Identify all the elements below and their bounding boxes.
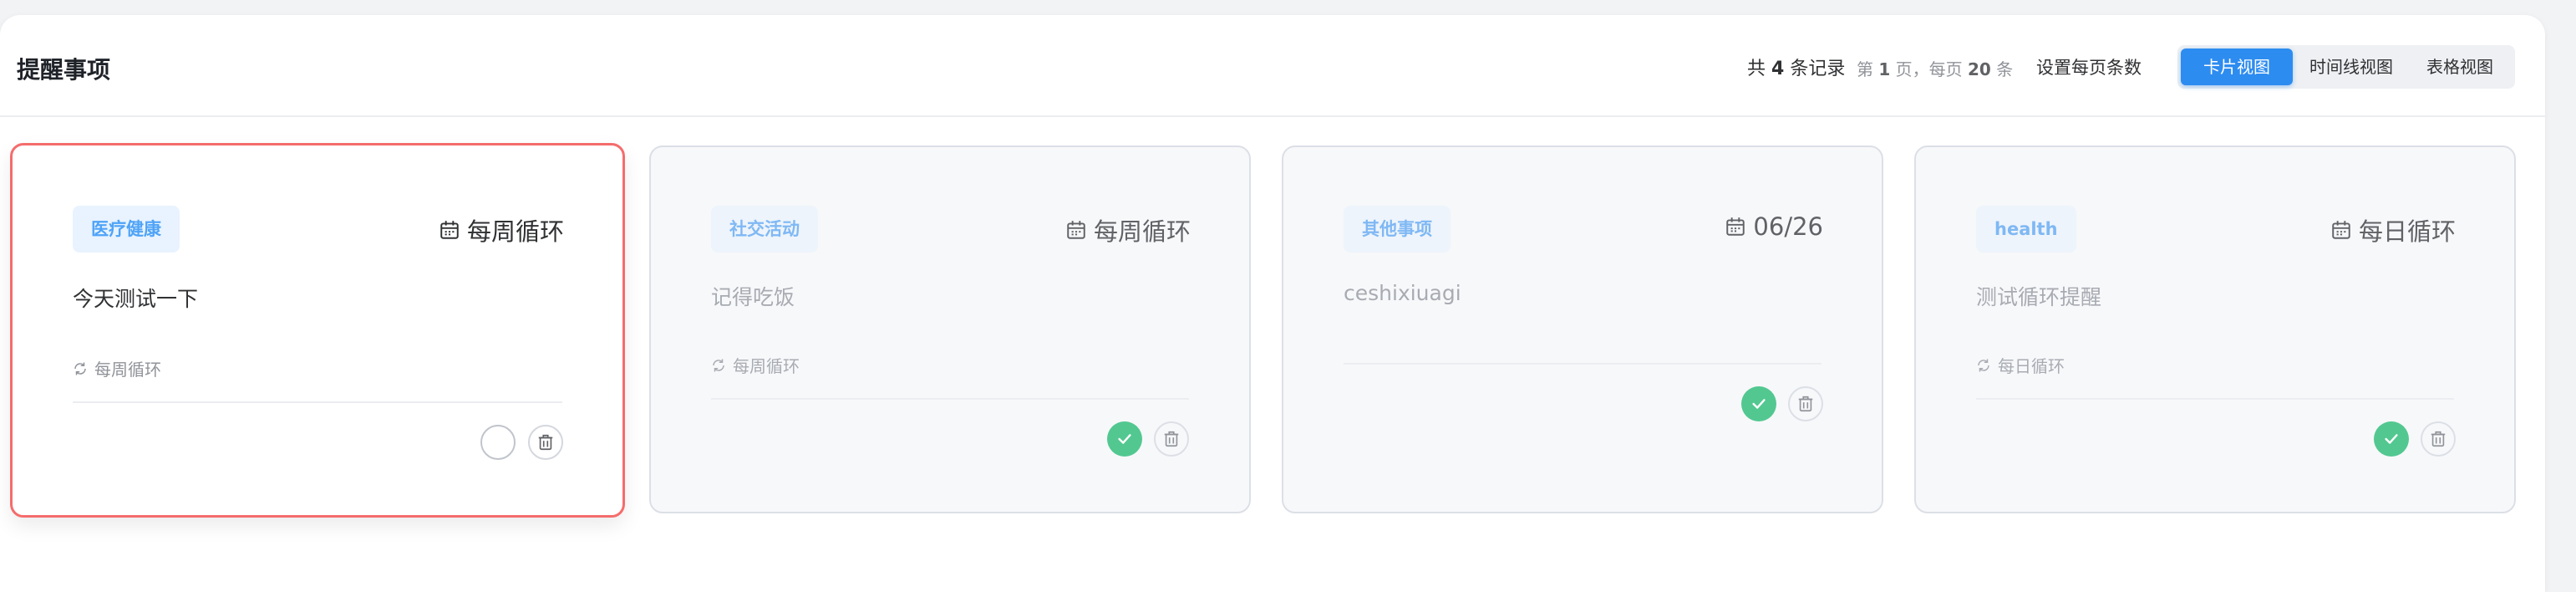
complete-toggle[interactable] bbox=[2374, 421, 2409, 457]
delete-button[interactable] bbox=[2421, 421, 2456, 457]
category-tag: 医疗健康 bbox=[73, 206, 180, 253]
trash-icon bbox=[538, 434, 553, 451]
card-divider bbox=[73, 401, 562, 403]
complete-toggle[interactable] bbox=[480, 425, 516, 460]
date-text: 每周循环 bbox=[1093, 217, 1191, 246]
record-count: 4 bbox=[1771, 59, 1785, 79]
category-tag: 社交活动 bbox=[711, 206, 818, 253]
page-title: 提醒事项 bbox=[17, 56, 111, 84]
reminder-date: 每周循环 bbox=[1065, 212, 1191, 248]
complete-toggle[interactable] bbox=[1741, 386, 1776, 421]
repeat-info: 每日循环 bbox=[1976, 353, 2065, 377]
card-view-button[interactable]: 卡片视图 bbox=[2181, 48, 2293, 85]
repeat-info: 每周循环 bbox=[711, 353, 800, 377]
page-suffix: 条 bbox=[1996, 59, 2014, 79]
reminder-card[interactable]: 社交活动 每周循环 记得吃饭 每周循环 bbox=[649, 145, 1251, 513]
trash-icon bbox=[1798, 396, 1813, 412]
reminder-card[interactable]: 医疗健康 每周循环 今天测试一下 每周循环 bbox=[10, 143, 625, 518]
reminder-date: 06/26 bbox=[1725, 212, 1823, 241]
repeat-text: 每日循环 bbox=[1998, 356, 2065, 376]
view-switcher: 卡片视图 时间线视图 表格视图 bbox=[2177, 45, 2515, 89]
page-number: 1 bbox=[1878, 59, 1891, 79]
panel-header: 提醒事项 共 4 条记录 第 1 页，每页 20 条 设置每页条数 卡片视图 时… bbox=[0, 15, 2545, 117]
date-text: 06/26 bbox=[1753, 212, 1823, 241]
calendar-icon bbox=[2332, 221, 2350, 239]
calendar-icon bbox=[1067, 221, 1085, 239]
repeat-text: 每周循环 bbox=[733, 356, 800, 376]
record-suffix: 条记录 bbox=[1790, 59, 1846, 79]
set-page-size-button[interactable]: 设置每页条数 bbox=[2036, 54, 2142, 79]
record-prefix: 共 bbox=[1747, 59, 1766, 79]
table-view-button[interactable]: 表格视图 bbox=[2408, 48, 2512, 85]
category-tag: health bbox=[1976, 206, 2076, 253]
reminder-date: 每日循环 bbox=[2330, 212, 2456, 248]
trash-icon bbox=[2431, 431, 2446, 447]
reminder-card[interactable]: 其他事项 06/26 ceshixiuagi bbox=[1282, 145, 1883, 513]
delete-button[interactable] bbox=[1154, 421, 1189, 457]
card-divider bbox=[1344, 363, 1821, 365]
date-text: 每周循环 bbox=[466, 217, 564, 246]
calendar-icon bbox=[1726, 217, 1745, 236]
date-text: 每日循环 bbox=[2358, 217, 2456, 246]
repeat-text: 每周循环 bbox=[94, 360, 161, 380]
reminder-title: 记得吃饭 bbox=[711, 285, 795, 309]
category-tag: 其他事项 bbox=[1344, 206, 1451, 253]
refresh-icon bbox=[713, 359, 724, 371]
pagination-info: 第 1 页，每页 20 条 bbox=[1857, 56, 2013, 80]
refresh-icon bbox=[1978, 359, 1989, 371]
reminder-card[interactable]: health 每日循环 测试循环提醒 每日循环 bbox=[1914, 145, 2516, 513]
reminder-title: ceshixiuagi bbox=[1344, 281, 1461, 305]
trash-icon bbox=[1164, 431, 1179, 447]
record-count-text: 共 4 条记录 bbox=[1747, 54, 1845, 80]
check-icon bbox=[1118, 434, 1131, 444]
vertical-scrollbar[interactable] bbox=[2555, 15, 2572, 576]
card-divider bbox=[711, 398, 1189, 400]
page-middle: 页，每页 bbox=[1895, 59, 1963, 79]
refresh-icon bbox=[74, 362, 86, 375]
delete-button[interactable] bbox=[528, 425, 563, 460]
reminder-title: 测试循环提醒 bbox=[1976, 285, 2102, 309]
timeline-view-button[interactable]: 时间线视图 bbox=[2296, 48, 2406, 85]
page-prefix: 第 bbox=[1857, 59, 1873, 79]
reminder-date: 每周循环 bbox=[439, 212, 564, 248]
check-icon bbox=[2385, 434, 2398, 444]
delete-button[interactable] bbox=[1788, 386, 1823, 421]
reminder-title: 今天测试一下 bbox=[73, 287, 199, 311]
card-divider bbox=[1976, 398, 2454, 400]
complete-toggle[interactable] bbox=[1107, 421, 1142, 457]
page-size: 20 bbox=[1968, 59, 1991, 79]
repeat-info: 每周循环 bbox=[73, 356, 161, 380]
check-icon bbox=[1752, 399, 1766, 409]
calendar-icon bbox=[440, 221, 459, 239]
